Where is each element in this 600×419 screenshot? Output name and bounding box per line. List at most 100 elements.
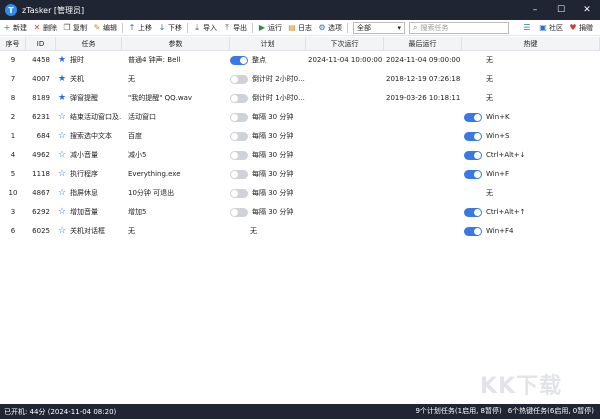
task-param: 普通4 钟声: Bell <box>128 56 181 64</box>
hotkey-text: 无 <box>486 189 493 197</box>
star-outline-icon: ☆ <box>58 188 67 198</box>
table-row[interactable]: 10 4867 ☆ 指屏休息 10分钟 可退出 每隔 30 分钟 无 <box>0 184 600 203</box>
move-down-button[interactable]: ↓ 下移 <box>155 21 185 35</box>
app-logo-icon: T <box>5 4 17 16</box>
plan-toggle[interactable] <box>230 75 248 84</box>
donate-button-label: 捐赠 <box>579 24 593 32</box>
plan-toggle[interactable] <box>230 151 248 160</box>
next-run <box>308 184 384 203</box>
filter-select[interactable]: 全部 ▾ <box>353 21 405 34</box>
column-header-2[interactable]: 任务 <box>56 37 122 51</box>
minimize-button[interactable]: – <box>522 0 548 20</box>
run-button[interactable]: ▶ 运行 <box>255 21 285 35</box>
row-id: 6231 <box>32 113 50 121</box>
plan-toggle[interactable] <box>230 56 248 65</box>
table-row[interactable]: 7 4007 ★ 关机 无 倒计时 2小时0... 2018-12-19 07:26:18 无 <box>0 70 600 89</box>
donate-button[interactable]: ♥ 捐赠 <box>566 21 596 35</box>
import-icon: ⤓ <box>195 22 199 32</box>
delete-button[interactable]: ✕ 删除 <box>30 21 60 35</box>
hotkey-toggle[interactable] <box>464 208 482 217</box>
table-row[interactable]: 6 6025 ☆ 关机对话框 无 无 Win+F4 <box>0 222 600 241</box>
maximize-button[interactable]: ☐ <box>548 0 574 20</box>
community-button[interactable]: ▣ 社区 <box>536 21 566 35</box>
toggle-knob <box>231 114 238 121</box>
last-run <box>386 165 462 184</box>
close-button[interactable]: ✕ <box>574 0 600 20</box>
toggle-knob <box>474 152 481 159</box>
row-number: 2 <box>10 113 16 121</box>
options-button[interactable]: ⚙ 选项 <box>315 21 345 35</box>
log-button[interactable]: ▤ 日志 <box>285 21 315 35</box>
hotkey-toggle[interactable] <box>464 227 482 236</box>
new-button[interactable]: + 新建 <box>0 21 30 35</box>
plan-toggle[interactable] <box>230 132 248 141</box>
plan-toggle[interactable] <box>230 94 248 103</box>
column-header-0[interactable]: 序号 <box>0 37 26 51</box>
toggle-knob <box>474 171 481 178</box>
log-button-label: 日志 <box>298 23 312 32</box>
row-number: 6 <box>10 227 16 235</box>
next-run <box>308 165 384 184</box>
plan-toggle[interactable] <box>230 113 248 122</box>
task-name: 关机 <box>70 75 84 83</box>
toggle-knob <box>231 190 238 197</box>
task-param: Everything.exe <box>128 170 181 178</box>
table-row[interactable]: 4 4962 ☆ 减小音量 减小5 每隔 30 分钟 Ctrl+Alt+↓ <box>0 146 600 165</box>
hotkey-toggle[interactable] <box>464 170 482 179</box>
column-header-7[interactable]: 热键 <box>462 37 600 51</box>
search-input[interactable]: ⌕ 搜索任务 <box>409 21 509 34</box>
watermark-logo: KK下载 <box>480 374 563 399</box>
list-view-button[interactable]: ☰ <box>520 21 536 35</box>
task-name: 弹窗提醒 <box>70 94 98 102</box>
move-up-button-label: 上移 <box>138 23 152 32</box>
community-button-label: 社区 <box>549 24 563 32</box>
title-bar: T zTasker [管理员] – ☐ ✕ <box>0 0 600 20</box>
hotkey-text: Win+S <box>486 132 510 140</box>
next-run <box>308 108 384 127</box>
column-header-6[interactable]: 最后运行 <box>384 37 462 51</box>
export-button[interactable]: ⤒ 导出 <box>220 21 250 35</box>
column-header-1[interactable]: ID <box>26 37 56 51</box>
toolbar-right: ☰ ▣ 社区 ♥ 捐赠 <box>520 21 596 35</box>
hotkey-toggle[interactable] <box>464 113 482 122</box>
table-row[interactable]: 1 684 ☆ 搜索选中文本 百度 每隔 30 分钟 Win+S <box>0 127 600 146</box>
star-outline-icon: ☆ <box>58 150 67 160</box>
import-button[interactable]: ⤓ 导入 <box>190 21 220 35</box>
next-run <box>308 89 384 108</box>
hotkey-toggle[interactable] <box>464 151 482 160</box>
last-run <box>386 222 462 241</box>
next-run <box>308 222 384 241</box>
copy-icon: ❐ <box>63 22 71 32</box>
hotkey-toggle[interactable] <box>464 132 482 141</box>
plan-task-count: 9个计划任务(1启用, 8暂停) <box>415 407 502 415</box>
next-run <box>308 146 384 165</box>
last-run: 2018-12-19 07:26:18 <box>386 75 461 83</box>
row-number: 7 <box>10 75 16 83</box>
next-run <box>308 70 384 89</box>
plan-toggle[interactable] <box>230 170 248 179</box>
column-header-3[interactable]: 参数 <box>122 37 230 51</box>
plan-toggle[interactable] <box>230 208 248 217</box>
table-row[interactable]: 5 1118 ☆ 执行程序 Everything.exe 每隔 30 分钟 Win+F <box>0 165 600 184</box>
star-outline-icon: ☆ <box>58 169 67 179</box>
move-up-button[interactable]: ↑ 上移 <box>125 21 155 35</box>
last-run <box>386 184 462 203</box>
plan-text: 每隔 30 分钟 <box>252 132 294 140</box>
table-row[interactable]: 2 6231 ☆ 结束活动窗口及... 活动窗口 每隔 30 分钟 Win+K <box>0 108 600 127</box>
community-icon: ▣ <box>539 23 547 32</box>
hotkey-text: Ctrl+Alt+↓ <box>486 151 526 159</box>
plan-toggle[interactable] <box>230 189 248 198</box>
plan-text: 整点 <box>252 56 266 64</box>
table-row[interactable]: 8 8189 ★ 弹窗提醒 "我的提醒" QQ.wav 倒计时 1小时0... 2019-0… <box>0 89 600 108</box>
hotkey-text: 无 <box>486 56 493 64</box>
toolbar-separator <box>347 22 348 33</box>
column-header-5[interactable]: 下次运行 <box>306 37 384 51</box>
copy-button[interactable]: ❐ 复制 <box>60 21 90 35</box>
star-outline-icon: ☆ <box>58 131 67 141</box>
table-row[interactable]: 9 4458 ★ 报时 普通4 钟声: Bell 整点 2024-11-04 10:00:0… <box>0 51 600 70</box>
star-outline-icon: ☆ <box>58 112 67 122</box>
edit-button[interactable]: ✎ 编辑 <box>90 21 120 35</box>
column-header-4[interactable]: 计划 <box>230 37 306 51</box>
toggle-knob <box>474 133 481 140</box>
table-row[interactable]: 3 6292 ☆ 增加音量 增加5 每隔 30 分钟 Ctrl+Alt+↑ <box>0 203 600 222</box>
